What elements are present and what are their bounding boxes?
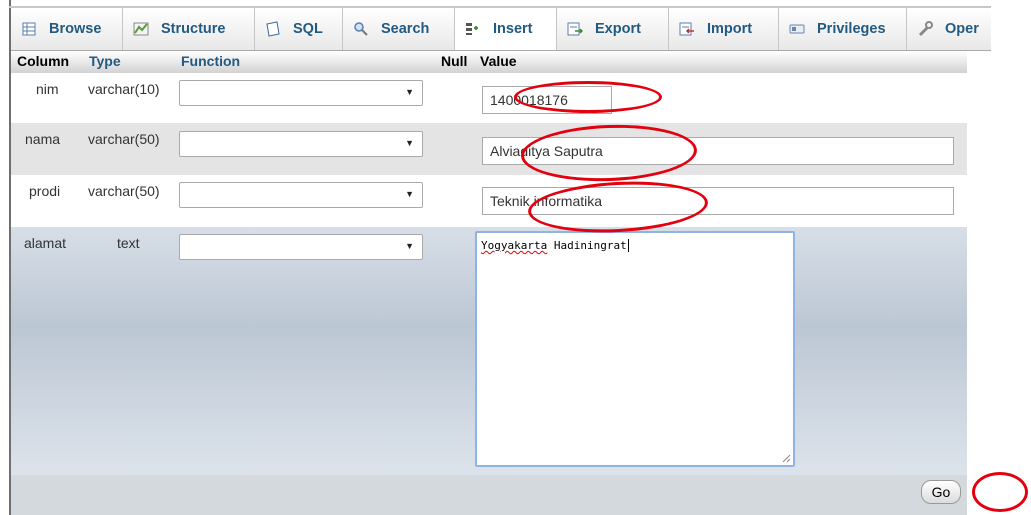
column-header: Column: [17, 53, 70, 69]
tab-privileges[interactable]: Privileges: [779, 8, 907, 50]
annotation-circle: [514, 81, 662, 113]
function-select[interactable]: ▼: [179, 234, 423, 260]
import-icon: [679, 21, 695, 37]
value-textarea-alamat[interactable]: Yogyakarta Hadiningrat: [475, 231, 795, 467]
privileges-icon: [789, 21, 805, 37]
tab-bar: Browse Structure SQL Search Insert Expor…: [11, 8, 991, 51]
null-header: Null: [441, 53, 468, 69]
tab-label: Structure: [161, 21, 226, 37]
annotation-circle: [972, 472, 1028, 512]
text-caret: [627, 239, 629, 252]
table-header: Column Type Function Null Value: [11, 51, 967, 73]
function-select[interactable]: ▼: [179, 131, 423, 157]
tab-sql[interactable]: SQL: [255, 8, 343, 50]
go-button[interactable]: Go: [921, 480, 961, 504]
dropdown-arrow-icon: ▼: [405, 87, 414, 97]
tab-search[interactable]: Search: [343, 8, 455, 50]
tab-label: Privileges: [817, 21, 886, 37]
form-footer: [11, 475, 967, 515]
tab-export[interactable]: Export: [557, 8, 669, 50]
column-type: varchar(10): [88, 81, 160, 97]
textarea-word: Hadiningrat: [547, 239, 627, 252]
tab-label: Insert: [493, 21, 533, 37]
dropdown-arrow-icon: ▼: [405, 189, 414, 199]
insert-icon: [465, 21, 481, 37]
export-icon: [567, 21, 583, 37]
column-type: text: [117, 235, 140, 251]
tab-browse[interactable]: Browse: [11, 8, 123, 50]
tab-label: Export: [595, 21, 641, 37]
column-name: nim: [36, 81, 59, 97]
tab-label: SQL: [293, 21, 323, 37]
column-name: prodi: [29, 183, 61, 199]
tab-label: Search: [381, 21, 430, 37]
tab-import[interactable]: Import: [669, 8, 779, 50]
tab-label: Browse: [49, 21, 102, 37]
tab-label: Oper: [945, 21, 979, 37]
dropdown-arrow-icon: ▼: [405, 138, 414, 148]
column-type: varchar(50): [88, 131, 160, 147]
sql-icon: [265, 21, 281, 37]
magnifier-icon: [353, 21, 369, 37]
function-header[interactable]: Function: [181, 53, 240, 69]
structure-icon: [133, 21, 149, 37]
tab-operations[interactable]: Oper: [907, 8, 991, 50]
tab-label: Import: [707, 21, 753, 37]
value-header: Value: [480, 53, 517, 69]
column-name: alamat: [24, 235, 67, 251]
dropdown-arrow-icon: ▼: [405, 241, 414, 251]
type-header[interactable]: Type: [89, 53, 121, 69]
resize-handle-icon[interactable]: [781, 453, 791, 463]
column-name: nama: [25, 131, 61, 147]
function-select[interactable]: ▼: [179, 80, 423, 106]
tab-insert[interactable]: Insert: [455, 8, 557, 50]
column-type: varchar(50): [88, 183, 160, 199]
table-icon: [21, 21, 37, 37]
function-select[interactable]: ▼: [179, 182, 423, 208]
wrench-icon: [917, 21, 933, 37]
tab-structure[interactable]: Structure: [123, 8, 255, 50]
textarea-word-misspelled: Yogyakarta: [481, 239, 548, 252]
